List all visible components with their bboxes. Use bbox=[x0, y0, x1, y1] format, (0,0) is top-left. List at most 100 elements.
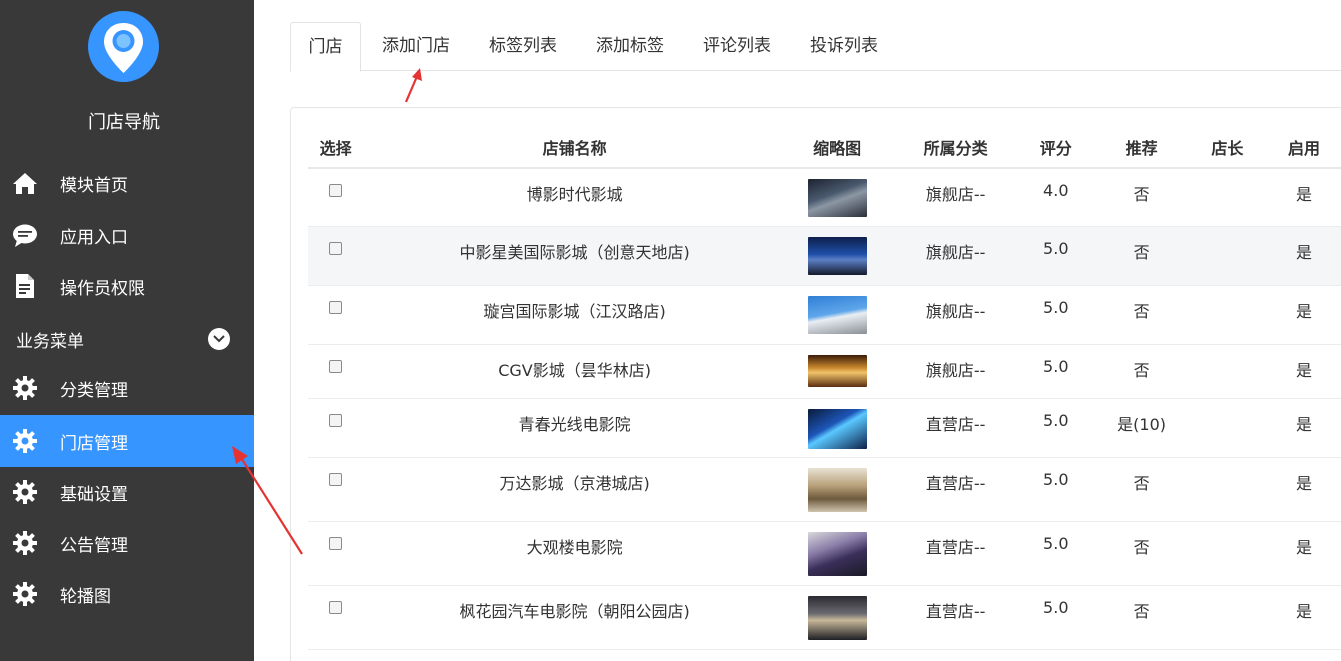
row-checkbox[interactable] bbox=[329, 600, 343, 614]
row-checkbox[interactable] bbox=[329, 536, 343, 550]
store-category: 旗舰店-- bbox=[888, 168, 1024, 227]
store-name: 大观楼电影院 bbox=[363, 521, 787, 586]
column-header-score: 评分 bbox=[1023, 126, 1089, 169]
store-name: 枫花园汽车电影院（朝阳公园店) bbox=[363, 585, 787, 650]
store-score: 5.0 bbox=[1023, 344, 1089, 399]
store-category: 直营店-- bbox=[888, 398, 1024, 458]
tab-tag-list[interactable]: 标签列表 bbox=[483, 22, 563, 71]
column-header-thumbnail: 缩略图 bbox=[786, 126, 889, 169]
store-category: 旗舰店-- bbox=[888, 285, 1024, 345]
store-name: 中影星美国际影城（创意天地店) bbox=[363, 226, 787, 286]
row-checkbox[interactable] bbox=[329, 241, 343, 255]
tab-comment-list[interactable]: 评论列表 bbox=[697, 22, 777, 71]
store-score: 5.0 bbox=[1023, 521, 1089, 586]
store-name: 万达影城（京港城店) bbox=[363, 457, 787, 522]
sidebar-item-notice-management[interactable]: 公告管理 bbox=[0, 517, 254, 569]
sidebar: 门店导航 模块首页 应用入口 操作员权限 业务菜单 分类管理 门店管理 基础设置… bbox=[0, 0, 254, 661]
gear-icon bbox=[12, 479, 38, 505]
row-checkbox[interactable] bbox=[329, 413, 343, 427]
table-row: 中影星美国际影城（创意天地店) 旗舰店-- 5.0 否 是 bbox=[308, 226, 1341, 286]
store-manager bbox=[1194, 168, 1261, 227]
store-manager bbox=[1194, 398, 1261, 458]
store-manager bbox=[1194, 457, 1261, 522]
column-header-store-name: 店铺名称 bbox=[363, 126, 787, 169]
table-row: 大观楼电影院 直营店-- 5.0 否 是 bbox=[308, 521, 1341, 586]
store-manager bbox=[1194, 285, 1261, 345]
store-score: 4.0 bbox=[1023, 168, 1089, 227]
tab-complaint-list[interactable]: 投诉列表 bbox=[804, 22, 884, 71]
row-checkbox[interactable] bbox=[329, 184, 343, 197]
chat-icon bbox=[12, 222, 38, 248]
store-thumbnail bbox=[807, 236, 867, 275]
store-thumbnail bbox=[807, 408, 867, 449]
store-score: 5.0 bbox=[1023, 398, 1089, 458]
store-name: 璇宫国际影城（江汉路店) bbox=[363, 285, 787, 345]
store-manager bbox=[1194, 226, 1261, 286]
store-category: 直营店-- bbox=[888, 521, 1024, 586]
table-row: 璇宫国际影城（江汉路店) 旗舰店-- 5.0 否 是 bbox=[308, 285, 1341, 345]
sidebar-item-label: 轮播图 bbox=[60, 586, 111, 607]
store-thumbnail bbox=[807, 467, 867, 512]
store-name: CGV影城（昙华林店) bbox=[363, 344, 787, 399]
tab-bar: 门店 添加门店 标签列表 添加标签 评论列表 投诉列表 bbox=[290, 22, 1341, 72]
store-score: 5.0 bbox=[1023, 285, 1089, 345]
sidebar-item-module-home[interactable]: 模块首页 bbox=[0, 157, 254, 209]
table-row: 博影时代影城 旗舰店-- 4.0 否 是 bbox=[308, 168, 1341, 227]
store-enabled: 是 bbox=[1260, 226, 1341, 286]
table-row: 枫花园汽车电影院（朝阳公园店) 直营店-- 5.0 否 是 bbox=[308, 585, 1341, 650]
store-enabled: 是 bbox=[1260, 585, 1341, 650]
store-enabled: 是 bbox=[1260, 398, 1341, 458]
store-recommend: 否 bbox=[1088, 226, 1195, 286]
sidebar-item-category-management[interactable]: 分类管理 bbox=[0, 362, 254, 414]
row-checkbox[interactable] bbox=[329, 359, 343, 373]
annotation-arrow-icon bbox=[404, 68, 422, 103]
sidebar-item-operator-permission[interactable]: 操作员权限 bbox=[0, 260, 254, 312]
store-thumbnail bbox=[807, 595, 867, 640]
row-checkbox[interactable] bbox=[329, 472, 343, 486]
sidebar-item-label: 分类管理 bbox=[60, 380, 128, 401]
sidebar-item-store-management[interactable]: 门店管理 bbox=[0, 415, 254, 467]
store-category: 直营店-- bbox=[888, 585, 1024, 650]
gear-icon bbox=[12, 428, 38, 454]
table-row: 青春光线电影院 直营店-- 5.0 是(10) 是 bbox=[308, 398, 1341, 458]
sidebar-item-basic-settings[interactable]: 基础设置 bbox=[0, 466, 254, 518]
store-enabled: 是 bbox=[1260, 457, 1341, 522]
sidebar-item-app-entry[interactable]: 应用入口 bbox=[0, 209, 254, 261]
store-name: 博影时代影城 bbox=[363, 168, 787, 227]
document-icon bbox=[12, 273, 38, 299]
app-title: 门店导航 bbox=[88, 112, 160, 133]
store-manager bbox=[1194, 585, 1261, 650]
sidebar-item-label: 模块首页 bbox=[60, 175, 128, 196]
location-pin-logo-icon bbox=[88, 11, 159, 82]
column-header-recommend: 推荐 bbox=[1088, 126, 1195, 169]
sidebar-item-label: 应用入口 bbox=[60, 227, 128, 248]
sidebar-item-label: 门店管理 bbox=[60, 433, 128, 454]
store-recommend: 否 bbox=[1088, 585, 1195, 650]
store-enabled: 是 bbox=[1260, 344, 1341, 399]
tab-add-tag[interactable]: 添加标签 bbox=[590, 22, 670, 71]
gear-icon bbox=[12, 375, 38, 401]
store-thumbnail bbox=[807, 179, 867, 217]
home-icon bbox=[12, 170, 38, 196]
sidebar-item-carousel[interactable]: 轮播图 bbox=[0, 568, 254, 620]
store-thumbnail bbox=[807, 531, 867, 576]
store-score: 5.0 bbox=[1023, 457, 1089, 522]
store-score: 5.0 bbox=[1023, 585, 1089, 650]
store-thumbnail bbox=[807, 354, 867, 387]
store-recommend: 否 bbox=[1088, 285, 1195, 345]
store-category: 旗舰店-- bbox=[888, 226, 1024, 286]
store-recommend: 否 bbox=[1088, 168, 1195, 227]
store-enabled: 是 bbox=[1260, 521, 1341, 586]
sidebar-item-label: 基础设置 bbox=[60, 484, 128, 505]
chevron-down-icon[interactable] bbox=[208, 328, 230, 350]
row-checkbox[interactable] bbox=[329, 300, 343, 314]
table-header-row: 选择 店铺名称 缩略图 所属分类 评分 推荐 店长 启用 bbox=[308, 126, 1341, 169]
store-name: 青春光线电影院 bbox=[363, 398, 787, 458]
business-menu-section[interactable]: 业务菜单 bbox=[0, 318, 254, 360]
store-manager bbox=[1194, 344, 1261, 399]
table-row: 万达影城（京港城店) 直营店-- 5.0 否 是 bbox=[308, 457, 1341, 522]
tab-store[interactable]: 门店 bbox=[290, 22, 361, 72]
store-recommend: 否 bbox=[1088, 344, 1195, 399]
tab-add-store[interactable]: 添加门店 bbox=[376, 22, 456, 71]
store-enabled: 是 bbox=[1260, 285, 1341, 345]
